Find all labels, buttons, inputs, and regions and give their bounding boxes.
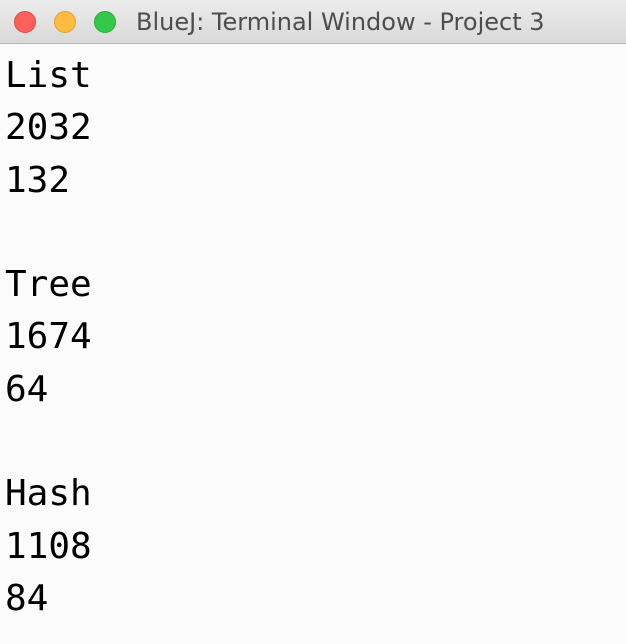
output-line: List <box>5 55 92 96</box>
title-bar[interactable]: BlueJ: Terminal Window - Project 3 <box>0 0 626 44</box>
minimize-button[interactable] <box>54 11 76 33</box>
terminal-window: BlueJ: Terminal Window - Project 3 List … <box>0 0 626 644</box>
output-line: 64 <box>5 368 49 410</box>
output-line: Hash <box>5 473 92 515</box>
output-line: 84 <box>5 577 49 619</box>
output-line: 132 <box>5 159 71 201</box>
output-line: 2032 <box>5 107 92 149</box>
terminal-output[interactable]: List 2032 132 Tree 1674 64 Hash 1108 84 <box>0 44 626 644</box>
window-title: BlueJ: Terminal Window - Project 3 <box>136 8 545 36</box>
close-button[interactable] <box>14 11 36 33</box>
output-line: 1674 <box>5 316 92 358</box>
output-line: 1108 <box>5 525 92 567</box>
output-line: Tree <box>5 264 92 306</box>
zoom-button[interactable] <box>94 11 116 33</box>
